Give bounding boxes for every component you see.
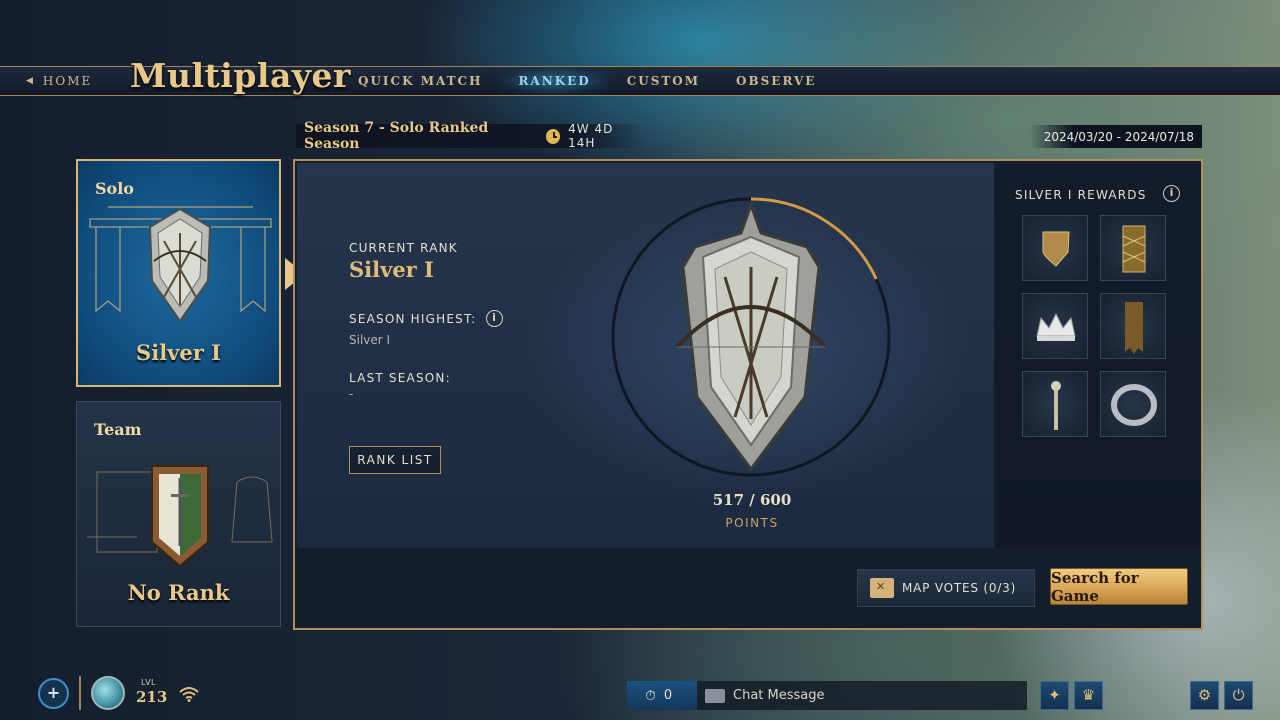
silver-rank-emblem-icon	[89, 206, 272, 323]
season-timer: 4W 4D 14H	[568, 122, 614, 150]
reward-banner-pattern[interactable]	[1100, 215, 1166, 281]
search-for-game-button[interactable]: Search for Game	[1050, 568, 1188, 605]
crown-icon	[1036, 312, 1076, 341]
rank-progress-emblem	[611, 197, 891, 477]
banner-pattern-icon	[1122, 225, 1146, 273]
last-season-label: LAST SEASON:	[349, 371, 451, 385]
avatar[interactable]	[91, 676, 125, 710]
points-label: POINTS	[725, 516, 779, 530]
level-value: 213	[136, 688, 168, 706]
telescope-button[interactable]: ✦	[1040, 681, 1069, 710]
laurel-button[interactable]: ♛	[1074, 681, 1103, 710]
telescope-icon: ✦	[1048, 686, 1061, 704]
queue-rank: Silver I	[136, 340, 221, 365]
divider	[79, 676, 81, 710]
tab-custom[interactable]: CUSTOM	[609, 67, 718, 95]
level-label: LVL	[141, 678, 157, 687]
season-title: Season 7 - Solo Ranked Season	[304, 120, 489, 152]
chevron-left-icon: ◀	[26, 76, 35, 86]
page-title: Multiplayer	[130, 56, 351, 95]
gear-icon: ⚙	[1197, 686, 1212, 704]
chat-placeholder: Chat Message	[733, 688, 825, 703]
rewards-panel: SILVER I REWARDS i	[997, 163, 1201, 548]
home-label: HOME	[42, 74, 93, 88]
reward-scepter[interactable]	[1022, 371, 1088, 437]
queue-label: Solo	[95, 179, 134, 198]
action-bar: MAP VOTES (0/3) Search for Game	[297, 550, 1199, 628]
scepter-icon	[1051, 381, 1061, 430]
reward-ring[interactable]	[1100, 371, 1166, 437]
rank-list-button[interactable]: RANK LIST	[349, 446, 441, 474]
last-season-value: -	[349, 387, 354, 401]
settings-button[interactable]: ⚙	[1190, 681, 1219, 710]
season-banner: Season 7 - Solo Ranked Season 4W 4D 14H	[296, 120, 642, 152]
info-icon[interactable]: i	[485, 310, 503, 327]
power-icon: ⏻	[1232, 686, 1245, 704]
power-button[interactable]: ⏻	[1224, 681, 1253, 710]
chat-icon	[705, 688, 725, 703]
queue-card-team[interactable]: Team No Rank	[76, 401, 281, 627]
season-dates: 2024/03/20 - 2024/07/18	[1030, 125, 1202, 148]
current-rank-value: Silver I	[349, 257, 434, 282]
season-highest-value: Silver I	[349, 333, 391, 347]
current-rank-label: CURRENT RANK	[349, 241, 458, 255]
map-votes-button[interactable]: MAP VOTES (0/3)	[857, 569, 1035, 607]
tab-ranked[interactable]: RANKED	[500, 67, 609, 95]
wifi-icon	[179, 687, 199, 702]
map-icon	[870, 578, 894, 598]
queue-count-value: 0	[663, 688, 673, 703]
team-banner-emblem-icon	[87, 465, 273, 568]
shield-icon	[1042, 231, 1070, 267]
rank-overview: CURRENT RANK Silver I SEASON HIGHEST: i …	[297, 163, 994, 548]
mode-tabs: QUICK MATCH RANKED CUSTOM OBSERVE	[340, 67, 834, 95]
queue-counter[interactable]: ⏱ 0	[627, 681, 697, 710]
home-button[interactable]: ◀ HOME	[26, 72, 92, 90]
points-value: 517 / 600	[712, 491, 792, 509]
rank-info: CURRENT RANK Silver I SEASON HIGHEST: i …	[349, 241, 503, 401]
reward-crown[interactable]	[1022, 293, 1088, 359]
rewards-title: SILVER I REWARDS	[1015, 188, 1147, 202]
chat-input[interactable]: Chat Message	[697, 681, 1027, 710]
ranked-panel: CURRENT RANK Silver I SEASON HIGHEST: i …	[293, 159, 1203, 630]
ring-icon	[1111, 384, 1157, 426]
banner-icon	[1125, 302, 1143, 354]
reward-banner[interactable]	[1100, 293, 1166, 359]
laurel-crown-icon: ♛	[1081, 686, 1096, 704]
season-highest-label: SEASON HIGHEST:	[349, 312, 477, 326]
clock-icon	[545, 128, 561, 144]
info-icon[interactable]: i	[1163, 185, 1180, 202]
tab-observe[interactable]: OBSERVE	[718, 67, 834, 95]
queue-card-solo[interactable]: Solo Silver I	[76, 159, 281, 387]
map-votes-label: MAP VOTES (0/3)	[902, 581, 1017, 595]
queue-label: Team	[94, 420, 142, 439]
tab-quick-match[interactable]: QUICK MATCH	[340, 67, 500, 95]
add-friend-button[interactable]: +	[38, 678, 69, 709]
queue-rank: No Rank	[127, 580, 230, 605]
reward-shield[interactable]	[1022, 215, 1088, 281]
timer-icon: ⏱	[645, 687, 656, 704]
